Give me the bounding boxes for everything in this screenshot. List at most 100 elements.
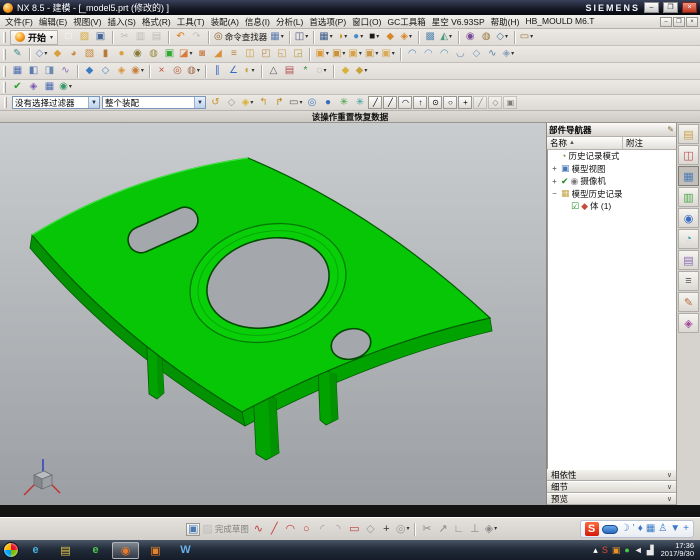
- extract-body-button[interactable]: ◨: [42, 64, 57, 79]
- open-file-button[interactable]: ▨: [77, 30, 92, 45]
- expander-icon[interactable]: +: [550, 177, 559, 186]
- new-file-button[interactable]: □: [61, 30, 76, 45]
- sogou-logo-icon[interactable]: S: [585, 522, 599, 536]
- copy-button[interactable]: ▥: [133, 30, 148, 45]
- deviation-gauge-button[interactable]: △: [266, 64, 281, 79]
- extrude-button[interactable]: ◆: [50, 47, 65, 62]
- patch-button[interactable]: ◱: [274, 47, 289, 62]
- web-browser-tab[interactable]: ◉: [678, 208, 699, 228]
- move-face-button[interactable]: ◆: [82, 64, 97, 79]
- tray-network-icon[interactable]: ▟: [647, 546, 654, 555]
- studio-spline-button[interactable]: ∿: [251, 522, 266, 537]
- column-header-note[interactable]: 附注: [623, 137, 676, 149]
- sketch-more-button[interactable]: ◈▾: [483, 522, 498, 537]
- display-mode-button[interactable]: ◫▾: [294, 30, 309, 45]
- part-filter-button[interactable]: ◇▾: [495, 30, 510, 45]
- section-details[interactable]: 细节∨: [547, 481, 676, 493]
- trim-body-button[interactable]: ◫: [242, 47, 257, 62]
- delete-face-button[interactable]: ×: [154, 64, 169, 79]
- n-sided-surface-button[interactable]: ◡: [453, 47, 468, 62]
- start-orb-icon[interactable]: [3, 542, 19, 558]
- menu-item-6[interactable]: 装配(A): [208, 16, 242, 28]
- fillet-button[interactable]: ◜: [315, 522, 330, 537]
- unite-button[interactable]: ▣: [162, 47, 177, 62]
- snap-group-a-button[interactable]: ✳: [336, 95, 351, 110]
- toolbar-grip[interactable]: [3, 32, 6, 43]
- face-blend-button[interactable]: ▣▾: [347, 47, 362, 62]
- history-palette-tab[interactable]: ◔: [678, 229, 699, 249]
- chamfer-button[interactable]: ▣▾: [331, 47, 346, 62]
- datum-plane-dropdown-icon[interactable]: ▾: [44, 51, 47, 57]
- variational-sweep-button[interactable]: ∿: [485, 47, 500, 62]
- face-blend-dropdown-icon[interactable]: ▾: [359, 51, 362, 57]
- menu-item-14[interactable]: HB_MOULD M6.T: [522, 16, 597, 28]
- checkmark-icon[interactable]: ☑: [571, 202, 579, 211]
- display-mode-dropdown-icon[interactable]: ▾: [305, 34, 308, 40]
- styled-blend-dropdown-icon[interactable]: ▾: [375, 51, 378, 57]
- line-button[interactable]: ╱: [267, 522, 282, 537]
- part-navigator-tab[interactable]: ▦: [678, 166, 699, 186]
- cut-button[interactable]: ✂: [117, 30, 132, 45]
- synchronous-more-button[interactable]: ◍▾: [186, 64, 201, 79]
- menu-item-13[interactable]: 帮助(H): [488, 16, 523, 28]
- start-dropdown-icon[interactable]: ▾: [50, 34, 53, 41]
- toolbar-grip[interactable]: [4, 97, 7, 108]
- taskbar-wps[interactable]: W: [172, 542, 199, 559]
- expander-icon[interactable]: +: [550, 164, 559, 173]
- system-materials-tab[interactable]: ◈: [678, 313, 699, 333]
- selection-scope-arrow-icon[interactable]: ▼: [194, 97, 205, 108]
- mold-tool-core-button[interactable]: ◆▾: [354, 64, 369, 79]
- chamfer-curve-button[interactable]: ◝: [331, 522, 346, 537]
- snap-midpoint-button[interactable]: ╱: [383, 96, 397, 109]
- gc-export-tool-button[interactable]: ◉▾: [58, 80, 73, 95]
- snap-arc-center-button[interactable]: ⊙: [428, 96, 442, 109]
- selection-scope-dropdown[interactable]: 整个装配 ▼: [102, 96, 206, 109]
- section-view-button[interactable]: ◭▾: [439, 30, 454, 45]
- edge-blend-button[interactable]: ▣▾: [314, 47, 329, 62]
- measure-distance-button[interactable]: ∥: [210, 64, 225, 79]
- paste-button[interactable]: ▤: [149, 30, 164, 45]
- composite-curve-button[interactable]: ∿: [58, 64, 73, 79]
- measure-toolbar-dropdown-icon[interactable]: ▾: [530, 34, 533, 40]
- menu-item-4[interactable]: 格式(R): [139, 16, 174, 28]
- through-curve-mesh-button[interactable]: ◠: [421, 47, 436, 62]
- menu-item-8[interactable]: 分析(L): [273, 16, 306, 28]
- geometric-properties-dropdown-icon[interactable]: ▾: [252, 68, 255, 74]
- menu-item-5[interactable]: 工具(T): [174, 16, 208, 28]
- hole-button[interactable]: ◉: [130, 47, 145, 62]
- cleanup-options-button[interactable]: ◌▾: [314, 64, 329, 79]
- orient-view-iso-button[interactable]: ◈▾: [399, 30, 414, 45]
- offset-region-button[interactable]: ◈: [114, 64, 129, 79]
- mdi-minimize-button[interactable]: –: [660, 17, 672, 27]
- tree-row-model-history[interactable]: −▦模型历史记录: [548, 188, 676, 201]
- cylinder-button[interactable]: ▮: [98, 47, 113, 62]
- mdi-close-button[interactable]: ×: [686, 17, 698, 27]
- ime-voice-icon[interactable]: ♦: [638, 524, 643, 534]
- toolbar-grip[interactable]: [3, 82, 6, 93]
- gc-modeling-tool-button[interactable]: ◈: [26, 80, 41, 95]
- gc-export-tool-dropdown-icon[interactable]: ▾: [69, 84, 72, 90]
- taskbar-youdao[interactable]: ▣: [142, 542, 169, 559]
- tree-row-history-mode[interactable]: ◔历史记录模式: [548, 150, 676, 163]
- offset-surface-button[interactable]: ◲: [290, 47, 305, 62]
- tray-volume-icon[interactable]: ◄: [634, 546, 643, 555]
- save-button[interactable]: ▣: [93, 30, 108, 45]
- snap-quadrant-button[interactable]: ○: [443, 96, 457, 109]
- manufacturing-wizard-tab[interactable]: ≡: [678, 271, 699, 291]
- checkmark-icon[interactable]: ✔: [561, 177, 569, 186]
- snap-existing-point-button[interactable]: +: [458, 96, 472, 109]
- tray-expand-icon[interactable]: ▴: [593, 546, 598, 555]
- toolbar-grip[interactable]: [3, 66, 6, 77]
- taskbar-explorer[interactable]: ▤: [52, 542, 79, 559]
- rendering-style-button[interactable]: ●▾: [351, 30, 366, 45]
- section-preview[interactable]: 预览∨: [547, 493, 676, 505]
- mirror-feature-button[interactable]: ◧: [26, 64, 41, 79]
- taskbar-360-browser[interactable]: e: [82, 542, 109, 559]
- sketch-button[interactable]: ✎: [10, 47, 25, 62]
- rendering-style-dropdown-icon[interactable]: ▾: [360, 34, 363, 40]
- resize-blend-button[interactable]: ◎: [170, 64, 185, 79]
- snap-endpoint-button[interactable]: ╱: [368, 96, 382, 109]
- bridge-surface-dropdown-icon[interactable]: ▾: [392, 51, 395, 57]
- undo-button[interactable]: ↶: [173, 30, 188, 45]
- pattern-feature-button[interactable]: ▦: [10, 64, 25, 79]
